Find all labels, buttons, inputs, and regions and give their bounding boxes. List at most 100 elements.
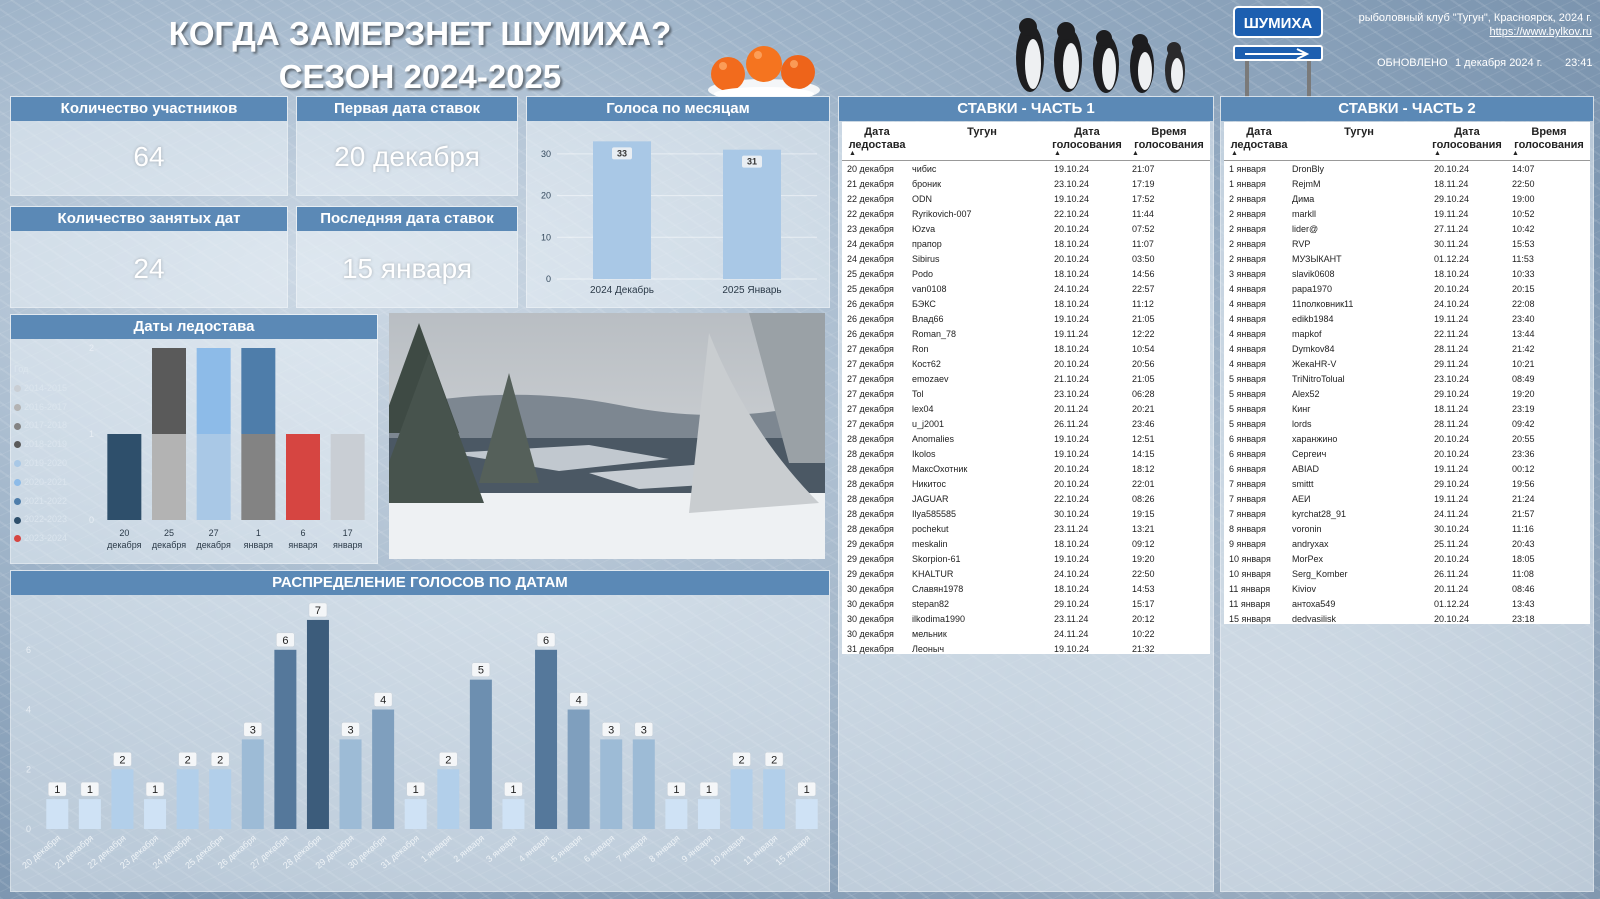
table-row[interactable]: 2 января markll 19.11.24 10:52 xyxy=(1224,207,1590,222)
sort-ascending-icon[interactable]: ▲ xyxy=(1512,150,1519,157)
table-row[interactable]: 27 декабря lex04 20.11.24 20:21 xyxy=(842,402,1210,417)
table-row[interactable]: 30 декабря ilkodima1990 23.11.24 20:12 xyxy=(842,612,1210,627)
table-cell: 27 декабря xyxy=(847,359,894,369)
table-row[interactable]: 29 декабря meskalin 18.10.24 09:12 xyxy=(842,537,1210,552)
sort-ascending-icon[interactable]: ▲ xyxy=(1231,150,1238,157)
table-row[interactable]: 1 января RejmM 18.11.24 22:50 xyxy=(1224,177,1590,192)
table-row[interactable]: 5 января Кинг 18.11.24 23:19 xyxy=(1224,402,1590,417)
table-cell: 11:08 xyxy=(1512,569,1534,579)
column-header[interactable]: Дата голосования xyxy=(1052,126,1122,152)
table-row[interactable]: 7 января smittt 29.10.24 19:56 xyxy=(1224,477,1590,492)
legend-item[interactable]: 2021-2022 xyxy=(14,492,74,511)
column-header[interactable]: Тугун xyxy=(1319,126,1399,139)
table-row[interactable]: 26 декабря Roman_78 19.11.24 12:22 xyxy=(842,327,1210,342)
legend-item[interactable]: 2017-2018 xyxy=(14,416,74,435)
legend-item[interactable]: 2019-2020 xyxy=(14,454,74,473)
table-row[interactable]: 4 января papa1970 20.10.24 20:15 xyxy=(1224,282,1590,297)
table-row[interactable]: 5 января TriNitroTolual 23.10.24 08:49 xyxy=(1224,372,1590,387)
table-row[interactable]: 24 декабря Sibirus 20.10.24 03:50 xyxy=(842,252,1210,267)
table-row[interactable]: 7 января kyrchat28_91 24.11.24 21:57 xyxy=(1224,507,1590,522)
table-row[interactable]: 25 декабря Podo 18.10.24 14:56 xyxy=(842,267,1210,282)
table-row[interactable]: 3 января slavik0608 18.10.24 10:33 xyxy=(1224,267,1590,282)
column-header[interactable]: Дата голосования xyxy=(1432,126,1502,152)
table-row[interactable]: 1 января DronBly 20.10.24 14:07 xyxy=(1224,162,1590,177)
table-row[interactable]: 28 декабря JAGUAR 22.10.24 08:26 xyxy=(842,492,1210,507)
table-row[interactable]: 6 января ABIAD 19.11.24 00:12 xyxy=(1224,462,1590,477)
sort-ascending-icon[interactable]: ▲ xyxy=(1434,150,1441,157)
table-row[interactable]: 28 декабря МаксОхотник 20.10.24 18:12 xyxy=(842,462,1210,477)
table-row[interactable]: 24 декабря прапор 18.10.24 11:07 xyxy=(842,237,1210,252)
table-cell: Serg_Komber xyxy=(1292,569,1348,579)
column-header[interactable]: Время голосования xyxy=(1130,126,1208,152)
table-row[interactable]: 29 декабря KHALTUR 24.10.24 22:50 xyxy=(842,567,1210,582)
table-row[interactable]: 27 декабря Tol 23.10.24 06:28 xyxy=(842,387,1210,402)
table-row[interactable]: 30 декабря Славян1978 18.10.24 14:53 xyxy=(842,582,1210,597)
table-row[interactable]: 28 декабря Ilya585585 30.10.24 19:15 xyxy=(842,507,1210,522)
column-header[interactable]: Время голосования xyxy=(1510,126,1588,152)
table-row[interactable]: 28 декабря Ikolos 19.10.24 14:15 xyxy=(842,447,1210,462)
table-row[interactable]: 20 декабря чибис 19.10.24 21:07 xyxy=(842,162,1210,177)
table-row[interactable]: 11 января антоха549 01.12.24 13:43 xyxy=(1224,597,1590,612)
table-row[interactable]: 10 января MorPex 20.10.24 18:05 xyxy=(1224,552,1590,567)
table-row[interactable]: 6 января Сергеич 20.10.24 23:36 xyxy=(1224,447,1590,462)
table-row[interactable]: 26 декабря БЭКС 18.10.24 11:12 xyxy=(842,297,1210,312)
sort-ascending-icon[interactable]: ▲ xyxy=(849,150,856,157)
table-row[interactable]: 7 января АЕИ 19.11.24 21:24 xyxy=(1224,492,1590,507)
table-row[interactable]: 8 января voronin 30.10.24 11:16 xyxy=(1224,522,1590,537)
column-header[interactable]: Дата ледостава xyxy=(847,126,907,152)
table-row[interactable]: 5 января Alex52 29.10.24 19:20 xyxy=(1224,387,1590,402)
table-row[interactable]: 30 декабря stepan82 29.10.24 15:17 xyxy=(842,597,1210,612)
legend-item[interactable]: 2016-2017 xyxy=(14,398,74,417)
column-header[interactable]: Тугун xyxy=(942,126,1022,139)
table-row[interactable]: 26 декабря Влад66 19.10.24 21:05 xyxy=(842,312,1210,327)
table-cell: 18:12 xyxy=(1132,464,1155,474)
table-row[interactable]: 4 января ЖекаHR-V 29.11.24 10:21 xyxy=(1224,357,1590,372)
kpi-last-date-label: Последняя дата ставок xyxy=(297,207,517,231)
table-row[interactable]: 2 января МУЗЫКАНТ 01.12.24 11:53 xyxy=(1224,252,1590,267)
table-cell: 2 января xyxy=(1229,194,1266,204)
table-row[interactable]: 23 декабря Юzva 20.10.24 07:52 xyxy=(842,222,1210,237)
table-row[interactable]: 4 января 11полковник11 24.10.24 22:08 xyxy=(1224,297,1590,312)
column-header[interactable]: Дата ледостава xyxy=(1229,126,1289,152)
sort-ascending-icon[interactable]: ▲ xyxy=(1132,150,1139,157)
legend-item[interactable]: 2020-2021 xyxy=(14,473,74,492)
table-row[interactable]: 27 декабря u_j2001 26.11.24 23:46 xyxy=(842,417,1210,432)
table-row[interactable]: 11 января Kiviov 20.11.24 08:46 xyxy=(1224,582,1590,597)
sort-ascending-icon[interactable]: ▲ xyxy=(1054,150,1061,157)
table-cell: 08:26 xyxy=(1132,494,1155,504)
table-row[interactable]: 27 декабря Ron 18.10.24 10:54 xyxy=(842,342,1210,357)
stacked-bar-segment xyxy=(241,434,276,520)
legend-item[interactable]: 2023-2024 xyxy=(14,529,74,548)
table-row[interactable]: 30 декабря мельник 24.11.24 10:22 xyxy=(842,627,1210,642)
table-row[interactable]: 28 декабря Anomalies 19.10.24 12:51 xyxy=(842,432,1210,447)
table-row[interactable]: 2 января RVP 30.11.24 15:53 xyxy=(1224,237,1590,252)
table-row[interactable]: 22 декабря Ryrikovich-007 22.10.24 11:44 xyxy=(842,207,1210,222)
club-link[interactable]: https://www.bylkov.ru xyxy=(1340,26,1593,38)
table-row[interactable]: 2 января lider@ 27.11.24 10:42 xyxy=(1224,222,1590,237)
table-row[interactable]: 21 декабря бpоник 23.10.24 17:19 xyxy=(842,177,1210,192)
legend-item[interactable]: 2018-2019 xyxy=(14,435,74,454)
table-row[interactable]: 31 декабря Леоныч 19.10.24 21:32 xyxy=(842,642,1210,657)
table-cell: 30 декабря xyxy=(847,584,894,594)
votes-month-chart: 0 10 20 30 33 2024 Декабрь 31 2025 Январь xyxy=(541,141,817,296)
table-row[interactable]: 4 января Dymkov84 28.11.24 21:42 xyxy=(1224,342,1590,357)
table-row[interactable]: 10 января Serg_Komber 26.11.24 11:08 xyxy=(1224,567,1590,582)
table-row[interactable]: 2 января Дима 29.10.24 19:00 xyxy=(1224,192,1590,207)
table-row[interactable]: 28 декабря Никитос 20.10.24 22:01 xyxy=(842,477,1210,492)
table-row[interactable]: 28 декабря pochekut 23.11.24 13:21 xyxy=(842,522,1210,537)
table-row[interactable]: 25 декабря van0108 24.10.24 22:57 xyxy=(842,282,1210,297)
table-row[interactable]: 4 января edikb1984 19.11.24 23:40 xyxy=(1224,312,1590,327)
data-label: 2 xyxy=(771,754,777,766)
legend-item[interactable]: 2022-2023 xyxy=(14,510,74,529)
table-cell: 19:56 xyxy=(1512,479,1535,489)
table-row[interactable]: 15 января dedvasilisk 20.10.24 23:18 xyxy=(1224,612,1590,627)
table-row[interactable]: 4 января mapkof 22.11.24 13:44 xyxy=(1224,327,1590,342)
table-row[interactable]: 9 января andryxax 25.11.24 20:43 xyxy=(1224,537,1590,552)
table-row[interactable]: 27 декабря emozaev 21.10.24 21:05 xyxy=(842,372,1210,387)
table-row[interactable]: 29 декабря Skorpion-61 19.10.24 19:20 xyxy=(842,552,1210,567)
table-row[interactable]: 6 января харанжино 20.10.24 20:55 xyxy=(1224,432,1590,447)
legend-item[interactable]: 2014-2015 xyxy=(14,379,74,398)
table-row[interactable]: 22 декабря ODN 19.10.24 17:52 xyxy=(842,192,1210,207)
table-row[interactable]: 27 декабря Кост62 20.10.24 20:56 xyxy=(842,357,1210,372)
table-row[interactable]: 5 января lords 28.11.24 09:42 xyxy=(1224,417,1590,432)
